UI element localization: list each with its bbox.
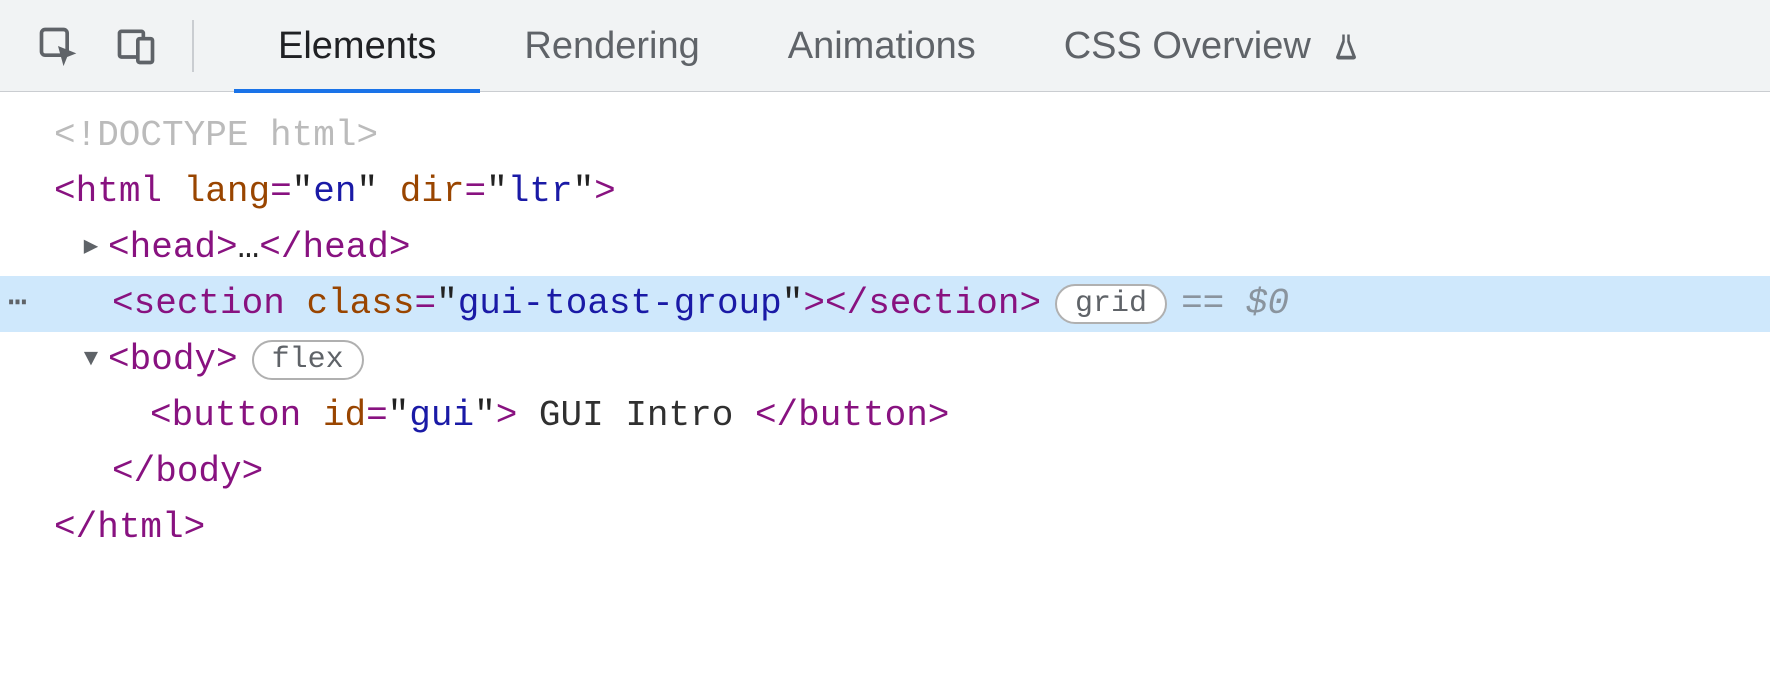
dom-body-close[interactable]: </body> (0, 444, 1770, 500)
button-text-node: GUI Intro (517, 388, 755, 444)
tag-head: head (130, 220, 216, 276)
collapsed-ellipsis: … (238, 220, 260, 276)
attr-lang: lang (184, 164, 270, 220)
beaker-icon (1331, 4, 1361, 96)
tag-html: html (76, 164, 162, 220)
expand-arrow-icon[interactable]: ▶ (74, 220, 108, 276)
tab-label: Elements (278, 25, 436, 67)
tab-label: CSS Overview (1064, 25, 1311, 67)
toolbar-divider (192, 20, 194, 72)
tag-section: section (134, 276, 285, 332)
tag-body-close: body (155, 444, 241, 500)
devtools-toolbar: Elements Rendering Animations CSS Overvi… (0, 0, 1770, 92)
inspect-element-icon[interactable] (28, 16, 88, 76)
attr-class-value: gui-toast-group (458, 276, 782, 332)
layout-badge-flex[interactable]: flex (252, 340, 364, 380)
dom-button[interactable]: <button id="gui"> GUI Intro </button> (0, 388, 1770, 444)
tag-section-close: section (868, 276, 1019, 332)
tab-rendering[interactable]: Rendering (480, 0, 743, 92)
tab-label: Animations (788, 25, 976, 67)
attr-class: class (306, 276, 414, 332)
dom-html-open[interactable]: <html lang="en" dir="ltr"> (0, 164, 1770, 220)
tab-css-overview[interactable]: CSS Overview (1020, 0, 1406, 92)
tag-head-close: head (302, 220, 388, 276)
dom-section-selected[interactable]: ⋯ <section class="gui-toast-group"></sec… (0, 276, 1770, 332)
attr-lang-value: en (313, 164, 356, 220)
attr-id: id (323, 388, 366, 444)
dom-body-open[interactable]: ▼<body> flex (0, 332, 1770, 388)
console-ref: $0 (1246, 283, 1289, 324)
dom-tree: <!DOCTYPE html> <html lang="en" dir="ltr… (0, 92, 1770, 556)
attr-dir: dir (400, 164, 465, 220)
dom-head[interactable]: ▶<head>…</head> (0, 220, 1770, 276)
tag-body: body (130, 332, 216, 388)
tag-button-close: button (798, 388, 928, 444)
dom-doctype[interactable]: <!DOCTYPE html> (0, 108, 1770, 164)
tag-button: button (172, 388, 302, 444)
doctype-text: <!DOCTYPE html> (54, 108, 378, 164)
tag-html-close: html (97, 500, 183, 556)
device-toggle-icon[interactable] (106, 16, 166, 76)
attr-id-value: gui (409, 388, 474, 444)
tab-label: Rendering (524, 25, 699, 67)
dom-html-close[interactable]: </html> (0, 500, 1770, 556)
attr-dir-value: ltr (508, 164, 573, 220)
tab-animations[interactable]: Animations (744, 0, 1020, 92)
tab-elements[interactable]: Elements (234, 0, 480, 92)
selected-node-ref: == $0 (1181, 276, 1289, 332)
collapse-arrow-icon[interactable]: ▼ (74, 332, 108, 388)
more-options-icon[interactable]: ⋯ (8, 276, 27, 332)
layout-badge-grid[interactable]: grid (1055, 284, 1167, 324)
